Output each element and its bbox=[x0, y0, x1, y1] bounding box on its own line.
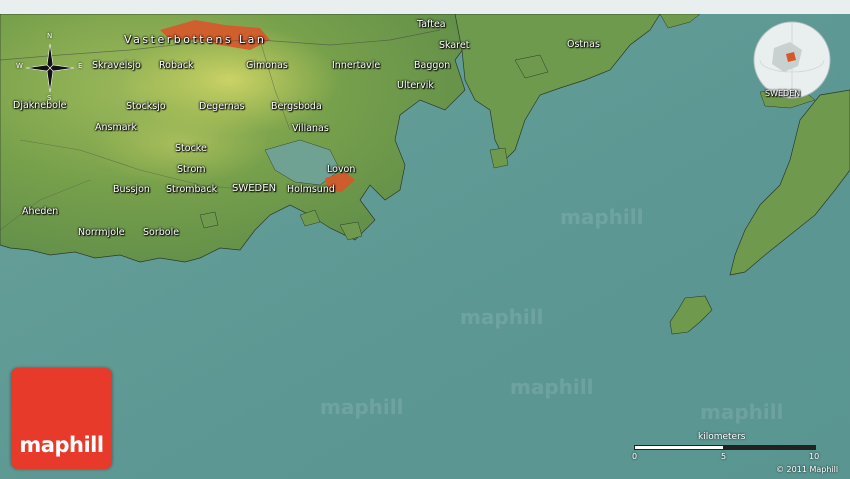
place-label: Innertavle bbox=[332, 60, 381, 71]
place-label: Bussjon bbox=[113, 184, 150, 195]
place-label: Ostnas bbox=[567, 39, 600, 50]
place-label: Djaknebole bbox=[13, 100, 67, 111]
compass-w: W bbox=[16, 62, 23, 70]
copyright: © 2011 Maphill bbox=[776, 465, 839, 474]
place-label: Baggon bbox=[414, 60, 451, 71]
place-label: Stocksjo bbox=[126, 101, 166, 112]
place-label: Villanas bbox=[292, 123, 329, 134]
maphill-logo[interactable]: maphill bbox=[11, 368, 112, 469]
locator-globe bbox=[752, 20, 832, 100]
place-label: Gimonas bbox=[246, 60, 288, 71]
place-label: Roback bbox=[159, 60, 194, 71]
place-label: Ansmark bbox=[95, 122, 137, 133]
place-label: Norrmjole bbox=[78, 227, 125, 238]
place-label: Strom bbox=[177, 164, 206, 175]
watermark: maphill bbox=[320, 395, 404, 419]
watermark: maphill bbox=[700, 400, 784, 424]
scale-tick: 10 bbox=[809, 452, 820, 461]
place-label: Taftea bbox=[417, 19, 446, 30]
compass-rose-icon: N S E W bbox=[16, 32, 83, 102]
scale-segment bbox=[634, 445, 724, 450]
globe-icon bbox=[753, 21, 831, 99]
watermark: maphill bbox=[560, 205, 644, 229]
compass-e: E bbox=[78, 62, 83, 70]
place-label: Holmsund bbox=[287, 184, 335, 195]
scale-tick: 5 bbox=[721, 452, 727, 461]
place-label: Degernas bbox=[199, 101, 245, 112]
place-label: Ultervik bbox=[397, 80, 434, 91]
region-label: Vasterbottens Lan bbox=[124, 33, 267, 46]
compass-icon bbox=[25, 43, 75, 93]
scale-title: kilometers bbox=[698, 432, 746, 442]
watermark: maphill bbox=[510, 375, 594, 399]
place-label: Stromback bbox=[166, 184, 218, 195]
scale-tick: 0 bbox=[632, 452, 638, 461]
place-label: Sorbole bbox=[143, 227, 180, 238]
compass-s: S bbox=[47, 94, 52, 102]
top-bar bbox=[0, 0, 850, 14]
map-view[interactable]: maphill maphill maphill maphill maphill … bbox=[0, 0, 850, 479]
globe-label: SWEDEN bbox=[765, 89, 801, 98]
compass-n: N bbox=[47, 32, 53, 40]
country-label: SWEDEN bbox=[232, 183, 277, 194]
watermark: maphill bbox=[460, 305, 544, 329]
place-label: Skravelsjo bbox=[92, 60, 141, 71]
place-label: Lovon bbox=[327, 164, 356, 175]
place-label: Stocke bbox=[175, 143, 207, 154]
place-label: Skaret bbox=[439, 40, 470, 51]
scale-bar: kilometers 0 5 10 bbox=[632, 430, 822, 466]
scale-segment bbox=[724, 445, 816, 450]
place-label: Aheden bbox=[22, 206, 59, 217]
place-label: Bergsboda bbox=[271, 101, 322, 112]
logo-text: maphill bbox=[19, 433, 104, 457]
